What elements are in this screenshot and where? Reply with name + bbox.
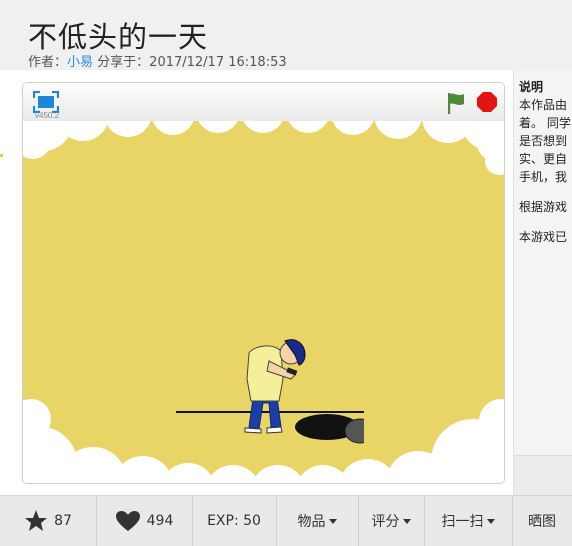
edge-dot	[0, 154, 3, 157]
description-line: 是否想到	[519, 134, 568, 148]
heart-icon	[115, 511, 140, 531]
game-stage[interactable]	[23, 121, 504, 483]
description-panel: 说明 本作品由 着。 同学 是否想到 实、更自 手机，我 根据游戏 本游戏已	[513, 70, 572, 495]
stage-background	[23, 121, 504, 483]
project-meta: 作者：小易 分享于：2017/12/17 16:18:53	[28, 51, 287, 70]
description-line: 本作品由	[519, 98, 568, 112]
stop-icon[interactable]	[476, 91, 498, 113]
description-text: 说明 本作品由 着。 同学 是否想到 实、更自 手机，我 根据游戏 本游戏已	[519, 78, 572, 246]
share-label: 晒图	[528, 514, 556, 530]
description-line: 手机，我	[519, 170, 568, 184]
chevron-down-icon	[328, 518, 337, 524]
rating-label: 评分	[371, 514, 400, 530]
player-frame: v450.2	[22, 82, 505, 484]
description-line: 着。 同学	[519, 116, 571, 130]
star-button[interactable]: 87	[0, 496, 97, 546]
like-button[interactable]: 494	[96, 496, 193, 546]
shared-time: 2017/12/17 16:18:53	[149, 55, 287, 70]
description-line: 本游戏已	[519, 230, 568, 244]
items-label: 物品	[297, 514, 326, 530]
header: 不低头的一天 作者：小易 分享于：2017/12/17 16:18:53	[0, 0, 572, 70]
chevron-down-icon	[486, 518, 495, 524]
shared-prefix: 分享于：	[93, 55, 150, 70]
author-link[interactable]: 小易	[67, 55, 93, 70]
description-line: 根据游戏	[519, 200, 568, 214]
scan-label: 扫一扫	[441, 514, 484, 530]
scan-dropdown[interactable]: 扫一扫	[424, 496, 513, 546]
side-panel-footer	[514, 455, 572, 495]
description-heading: 说明	[519, 80, 544, 94]
like-count: 494	[146, 513, 174, 529]
action-bar: 87 494 EXP: 50 物品 评分 扫一扫 晒图	[0, 495, 572, 546]
star-count: 87	[54, 513, 72, 529]
exp-label: EXP: 50	[207, 513, 261, 529]
author-prefix: 作者：	[28, 55, 68, 70]
chevron-down-icon	[402, 518, 411, 524]
green-flag-icon[interactable]	[444, 91, 468, 115]
fullscreen-icon[interactable]	[33, 91, 59, 113]
star-icon	[25, 510, 48, 531]
items-dropdown[interactable]: 物品	[276, 496, 359, 546]
description-line: 实、更自	[519, 152, 568, 166]
share-image-button[interactable]: 晒图	[512, 496, 572, 546]
rating-dropdown[interactable]: 评分	[358, 496, 425, 546]
page-title: 不低头的一天	[28, 20, 209, 54]
version-label: v450.2	[35, 111, 60, 120]
player-toolbar: v450.2	[23, 83, 504, 122]
exp-display: EXP: 50	[192, 496, 277, 546]
